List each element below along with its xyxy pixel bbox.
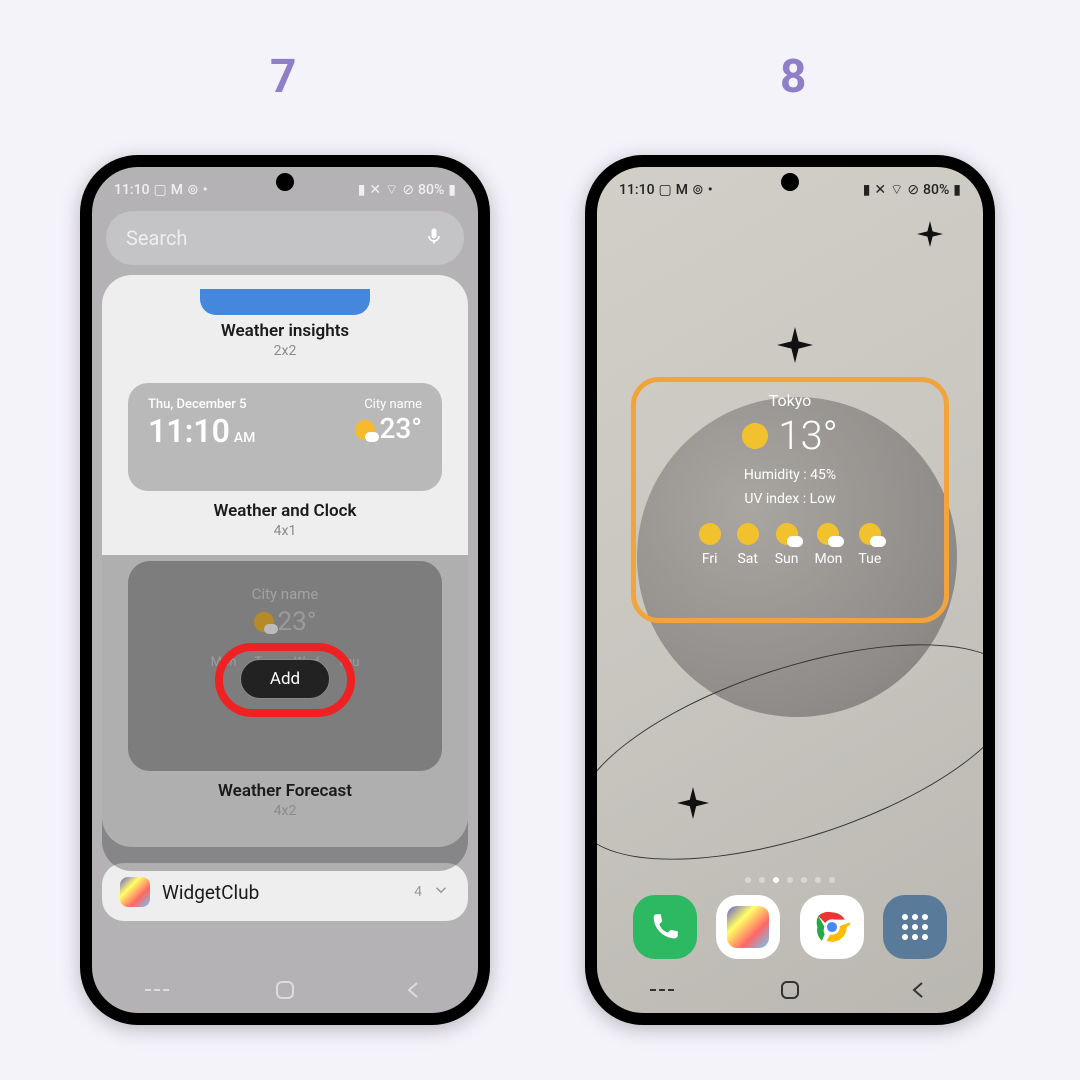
home-button[interactable] xyxy=(250,978,320,1002)
preview-city: City name xyxy=(355,397,422,412)
back-button[interactable] xyxy=(884,978,954,1002)
phone-app-icon[interactable] xyxy=(633,895,697,959)
back-button[interactable] xyxy=(379,978,449,1002)
weather-forecast-size: 4x2 xyxy=(128,803,442,819)
wifi-icon: ⌔ xyxy=(890,181,903,199)
search-placeholder: Search xyxy=(126,226,187,250)
sparkle-icon xyxy=(917,221,943,247)
mute-icon: ✕ xyxy=(874,182,886,198)
widgetclub-count: 4 xyxy=(414,884,422,900)
battery-icon: ▮ xyxy=(448,182,456,198)
weather-insights-title: Weather insights xyxy=(122,321,448,341)
sun-cloud-icon xyxy=(776,523,798,545)
mute-icon: ✕ xyxy=(369,182,381,198)
mic-icon[interactable] xyxy=(424,226,444,251)
battery-percent: 80% xyxy=(923,182,949,198)
home-weather-widget[interactable]: Tokyo 13° Humidity : 45% UV index : Low … xyxy=(631,377,949,623)
gmail-icon: M xyxy=(676,182,688,198)
gmail-icon: M xyxy=(171,182,183,198)
dock xyxy=(597,895,983,959)
sun-icon xyxy=(699,523,721,545)
camera-hole-icon xyxy=(781,173,799,191)
weather-forecast-title: Weather Forecast xyxy=(128,781,442,801)
no-signal-icon: ⊘ xyxy=(402,182,414,198)
preview-ampm: AM xyxy=(234,430,256,446)
android-nav-bar xyxy=(597,967,983,1013)
preview-temp: 23° xyxy=(379,412,422,445)
image-icon: ▢ xyxy=(659,182,672,198)
weather-insights-preview[interactable] xyxy=(200,289,370,315)
search-input[interactable]: Search xyxy=(106,211,464,265)
sun-cloud-icon xyxy=(355,420,375,440)
battery-icon: ▮ xyxy=(953,182,961,198)
chevron-down-icon xyxy=(432,881,450,903)
chrome-app-icon[interactable] xyxy=(800,895,864,959)
widget-picker-card: Weather insights 2x2 Thu, December 5 11:… xyxy=(102,275,468,847)
sun-icon xyxy=(737,523,759,545)
more-icon: • xyxy=(708,182,713,198)
app-drawer-icon[interactable] xyxy=(883,895,947,959)
wifi-icon: ⌔ xyxy=(385,181,398,199)
highlight-ring xyxy=(631,377,949,623)
android-nav-bar xyxy=(92,967,478,1013)
phone-frame-right: 11:10 ▢ M ⊚ • ▮ ✕ ⌔ ⊘ 80% ▮ Tokyo 13° xyxy=(585,155,995,1025)
widgetclub-label: WidgetClub xyxy=(162,881,259,904)
home-button[interactable] xyxy=(755,978,825,1002)
step-number-8: 8 xyxy=(780,50,806,104)
no-signal-icon: ⊘ xyxy=(907,182,919,198)
sun-cloud-icon xyxy=(859,523,881,545)
more-icon: • xyxy=(203,182,208,198)
image-icon: ▢ xyxy=(154,182,167,198)
screen-left: 11:10 ▢ M ⊚ • ▮ ✕ ⌔ ⊘ 80% ▮ Search xyxy=(92,167,478,1013)
recents-button[interactable] xyxy=(626,980,696,1000)
sparkle-icon xyxy=(777,327,813,363)
widgetclub-app-icon[interactable] xyxy=(716,895,780,959)
battery-percent: 80% xyxy=(418,182,444,198)
camera-hole-icon xyxy=(276,173,294,191)
step-number-7: 7 xyxy=(270,50,296,104)
status-time: 11:10 xyxy=(114,182,150,198)
weather-clock-title: Weather and Clock xyxy=(122,501,448,521)
weather-insights-size: 2x2 xyxy=(122,343,448,359)
weather-clock-preview[interactable]: Thu, December 5 11:10AM City name 23° xyxy=(128,383,442,491)
page-indicator[interactable] xyxy=(597,877,983,883)
preview-time: 11:10 xyxy=(148,412,230,450)
notification-dot-icon: ⊚ xyxy=(692,182,704,198)
weather-clock-size: 4x1 xyxy=(122,523,448,539)
screen-right: 11:10 ▢ M ⊚ • ▮ ✕ ⌔ ⊘ 80% ▮ Tokyo 13° xyxy=(597,167,983,1013)
highlight-ring xyxy=(215,643,355,717)
recents-button[interactable] xyxy=(121,980,191,1000)
phone-frame-left: 11:10 ▢ M ⊚ • ▮ ✕ ⌔ ⊘ 80% ▮ Search xyxy=(80,155,490,1025)
preview-date: Thu, December 5 xyxy=(148,397,255,412)
notification-dot-icon: ⊚ xyxy=(187,182,199,198)
battery-saver-icon: ▮ xyxy=(863,182,871,198)
widgetclub-icon xyxy=(120,877,150,907)
widgetclub-row[interactable]: WidgetClub 4 xyxy=(102,863,468,921)
sun-cloud-icon xyxy=(817,523,839,545)
status-time: 11:10 xyxy=(619,182,655,198)
battery-saver-icon: ▮ xyxy=(358,182,366,198)
